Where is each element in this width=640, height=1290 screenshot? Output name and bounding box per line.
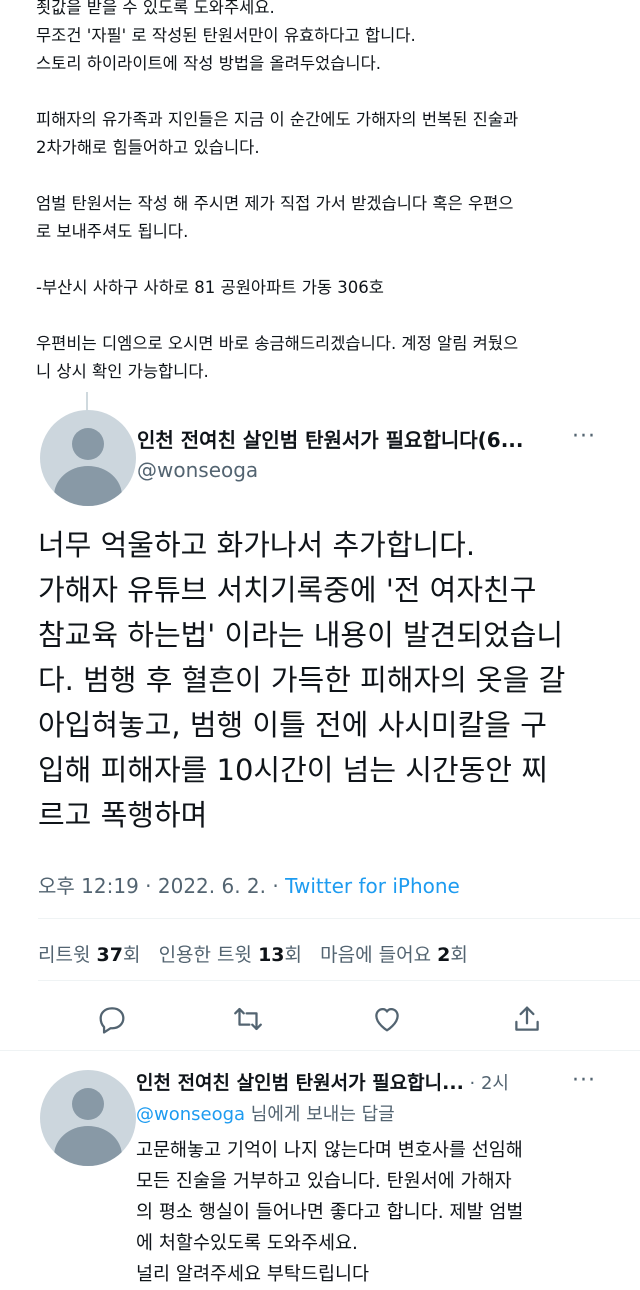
previous-tweet-text: 죗값을 받을 수 있도록 도와주세요. 무조건 '자필' 로 작성된 탄원서만이… — [36, 0, 626, 386]
reply-icon[interactable] — [95, 1002, 129, 1036]
tweet-line: 참교육 하는법' 이라는 내용이 발견되었습니 — [38, 618, 564, 652]
tweet-source-link[interactable]: Twitter for iPhone — [285, 874, 460, 898]
divider — [38, 918, 640, 919]
reply-line: 의 평소 행실이 들어나면 좋다고 합니다. 제발 엄벌 — [136, 1202, 524, 1223]
reply-header: 인천 전여친 살인범 탄원서가 필요합니... · 2시 — [136, 1072, 509, 1094]
display-name[interactable]: 인천 전여친 살인범 탄원서가 필요합니다(6... — [137, 424, 524, 453]
divider — [38, 980, 640, 981]
tweet-stats: 리트윗 37회 인용한 트윗 13회 마음에 들어요 2회 — [38, 940, 468, 967]
reply-line: 널리 알려주세요 부탁드립니다 — [136, 1264, 370, 1285]
text-line: 무조건 '자필' 로 작성된 탄원서만이 유효하다고 합니다. — [36, 26, 416, 45]
text-line: 피해자의 유가족과 지인들은 지금 이 순간에도 가해자의 번복된 진술과 — [36, 110, 519, 129]
avatar[interactable] — [40, 410, 136, 506]
tweet-line: 르고 폭행하며 — [38, 798, 208, 832]
tweet-line: 너무 억울하고 화가나서 추가합니다. — [38, 528, 476, 562]
retweet-icon[interactable] — [231, 1002, 265, 1036]
tweet-text: 너무 억울하고 화가나서 추가합니다. 가해자 유튜브 서치기록중에 '전 여자… — [38, 523, 608, 838]
replying-to: @wonseoga 님에게 보내는 답글 — [136, 1104, 395, 1125]
replying-to-handle[interactable]: @wonseoga — [136, 1104, 245, 1125]
more-options-icon[interactable]: ··· — [572, 424, 596, 449]
reply-line: 고문해놓고 기억이 나지 않는다며 변호사를 선임해 — [136, 1140, 523, 1161]
tweet-line: 입해 피해자를 10시간이 넘는 시간동안 찌 — [38, 753, 548, 787]
text-line: 죗값을 받을 수 있도록 도와주세요. — [36, 0, 275, 17]
user-handle[interactable]: @wonseoga — [137, 458, 258, 482]
reply-line: 에 처할수있도록 도와주세요. — [136, 1233, 358, 1254]
tweet-meta: 오후 12:19 · 2022. 6. 2. · Twitter for iPh… — [38, 874, 460, 898]
text-line: 로 보내주셔도 됩니다. — [36, 222, 189, 241]
reply-text: 고문해놓고 기억이 나지 않는다며 변호사를 선임해 모든 진술을 거부하고 있… — [136, 1135, 606, 1290]
reply-line: 모든 진술을 거부하고 있습니다. 탄원서에 가해자 — [136, 1171, 512, 1192]
tweet-line: 아입혀놓고, 범행 이틀 전에 사시미칼을 구 — [38, 708, 547, 742]
retweets-stat[interactable]: 리트윗 37회 — [38, 944, 140, 966]
like-icon[interactable] — [370, 1002, 404, 1036]
quotes-stat[interactable]: 인용한 트윗 13회 — [159, 944, 302, 966]
reply-display-name[interactable]: 인천 전여친 살인범 탄원서가 필요합니... — [136, 1072, 464, 1094]
reply-time[interactable]: 2시 — [481, 1073, 509, 1094]
tweet-time[interactable]: 오후 12:19 — [38, 874, 139, 898]
reply-avatar[interactable] — [40, 1070, 136, 1166]
text-line: 니 상시 확인 가능합니다. — [36, 362, 209, 381]
tweet-date[interactable]: 2022. 6. 2. — [158, 874, 266, 898]
tweet-line: 다. 범행 후 혈흔이 가득한 피해자의 옷을 갈 — [38, 663, 566, 697]
text-line: -부산시 사하구 사하로 81 공원아파트 가동 306호 — [36, 278, 384, 297]
likes-stat[interactable]: 마음에 들어요 2회 — [320, 944, 468, 966]
text-line: 2차가해로 힘들어하고 있습니다. — [36, 138, 260, 157]
text-line: 엄벌 탄원서는 작성 해 주시면 제가 직접 가서 받겠습니다 혹은 우편으 — [36, 194, 514, 213]
tweet-line: 가해자 유튜브 서치기록중에 '전 여자친구 — [38, 573, 537, 607]
divider — [0, 1050, 640, 1051]
text-line: 스토리 하이라이트에 작성 방법을 올려두었습니다. — [36, 54, 382, 73]
text-line: 우편비는 디엠으로 오시면 바로 송금해드리겠습니다. 계정 알림 켜뒀으 — [36, 334, 519, 353]
more-options-icon[interactable]: ··· — [572, 1068, 596, 1093]
share-icon[interactable] — [510, 1002, 544, 1036]
